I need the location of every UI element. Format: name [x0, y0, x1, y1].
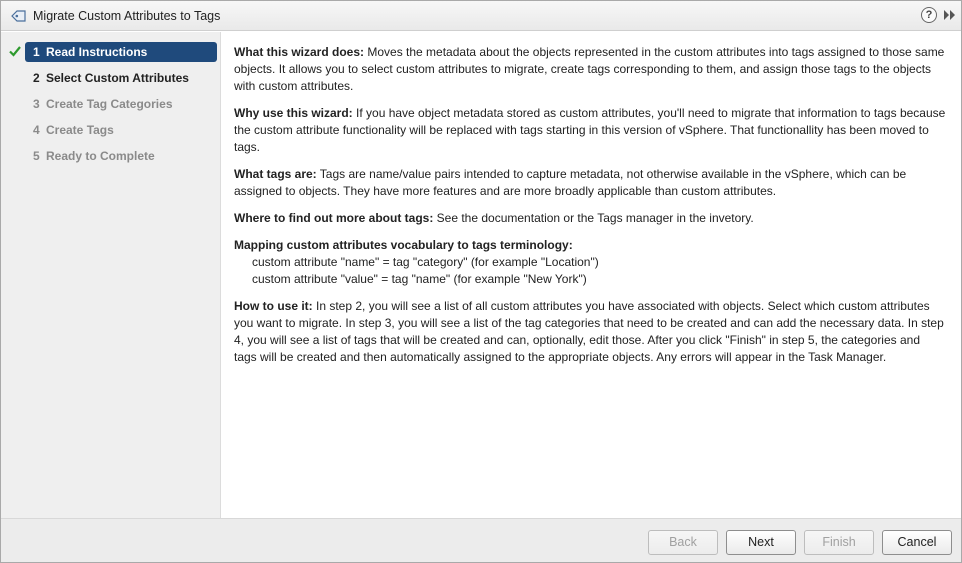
step-select-custom-attributes[interactable]: 2 Select Custom Attributes — [25, 68, 217, 88]
mapping-paragraph: Mapping custom attributes vocabulary to … — [234, 237, 946, 288]
tags-text: Tags are name/value pairs intended to ca… — [234, 167, 907, 198]
step-ready-to-complete: 5 Ready to Complete — [25, 146, 217, 166]
how-text: In step 2, you will see a list of all cu… — [234, 299, 944, 364]
step-number: 1 — [33, 45, 40, 59]
step-create-tags: 4 Create Tags — [25, 120, 217, 140]
where-text: See the documentation or the Tags manage… — [433, 211, 754, 225]
mapping-line-name: custom attribute "name" = tag "category"… — [252, 255, 599, 269]
step-number: 5 — [33, 149, 40, 163]
mapping-line-value: custom attribute "value" = tag "name" (f… — [252, 272, 587, 286]
step-read-instructions[interactable]: 1 Read Instructions — [25, 42, 217, 62]
tags-paragraph: What tags are: Tags are name/value pairs… — [234, 166, 946, 200]
step-label: Read Instructions — [46, 45, 148, 59]
how-heading: How to use it: — [234, 299, 313, 313]
tag-icon — [11, 10, 26, 22]
help-icon[interactable]: ? — [921, 7, 937, 23]
tags-heading: What tags are: — [234, 167, 317, 181]
step-create-tag-categories: 3 Create Tag Categories — [25, 94, 217, 114]
checkmark-icon — [9, 46, 21, 57]
step-number: 4 — [33, 123, 40, 137]
step-number: 3 — [33, 97, 40, 111]
wizard-steps-sidebar: 1 Read Instructions 2 Select Custom Attrib… — [1, 32, 221, 518]
what-paragraph: What this wizard does: Moves the metadat… — [234, 44, 946, 95]
cancel-button[interactable]: Cancel — [882, 530, 952, 555]
dialog-title: Migrate Custom Attributes to Tags — [33, 9, 221, 23]
step-label: Create Tags — [46, 123, 114, 137]
how-paragraph: How to use it: In step 2, you will see a… — [234, 298, 946, 366]
where-heading: Where to find out more about tags: — [234, 211, 434, 225]
back-button[interactable]: Back — [648, 530, 718, 555]
where-paragraph: Where to find out more about tags: See t… — [234, 210, 946, 227]
why-heading: Why use this wizard: — [234, 106, 353, 120]
next-button[interactable]: Next — [726, 530, 796, 555]
what-heading: What this wizard does: — [234, 45, 365, 59]
instructions-content: What this wizard does: Moves the metadat… — [234, 44, 946, 376]
finish-button[interactable]: Finish — [804, 530, 874, 555]
mapping-heading: Mapping custom attributes vocabulary to … — [234, 238, 573, 252]
step-label: Select Custom Attributes — [46, 71, 189, 85]
step-number: 2 — [33, 71, 40, 85]
step-label: Ready to Complete — [46, 149, 155, 163]
double-chevron-right-icon[interactable] — [943, 9, 957, 21]
button-bar: Back Next Finish Cancel — [1, 518, 961, 562]
step-label: Create Tag Categories — [46, 97, 173, 111]
migrate-wizard-dialog: Migrate Custom Attributes to Tags ? 1 Rea… — [0, 0, 962, 563]
title-bar: Migrate Custom Attributes to Tags ? — [1, 1, 961, 31]
why-paragraph: Why use this wizard: If you have object … — [234, 105, 946, 156]
